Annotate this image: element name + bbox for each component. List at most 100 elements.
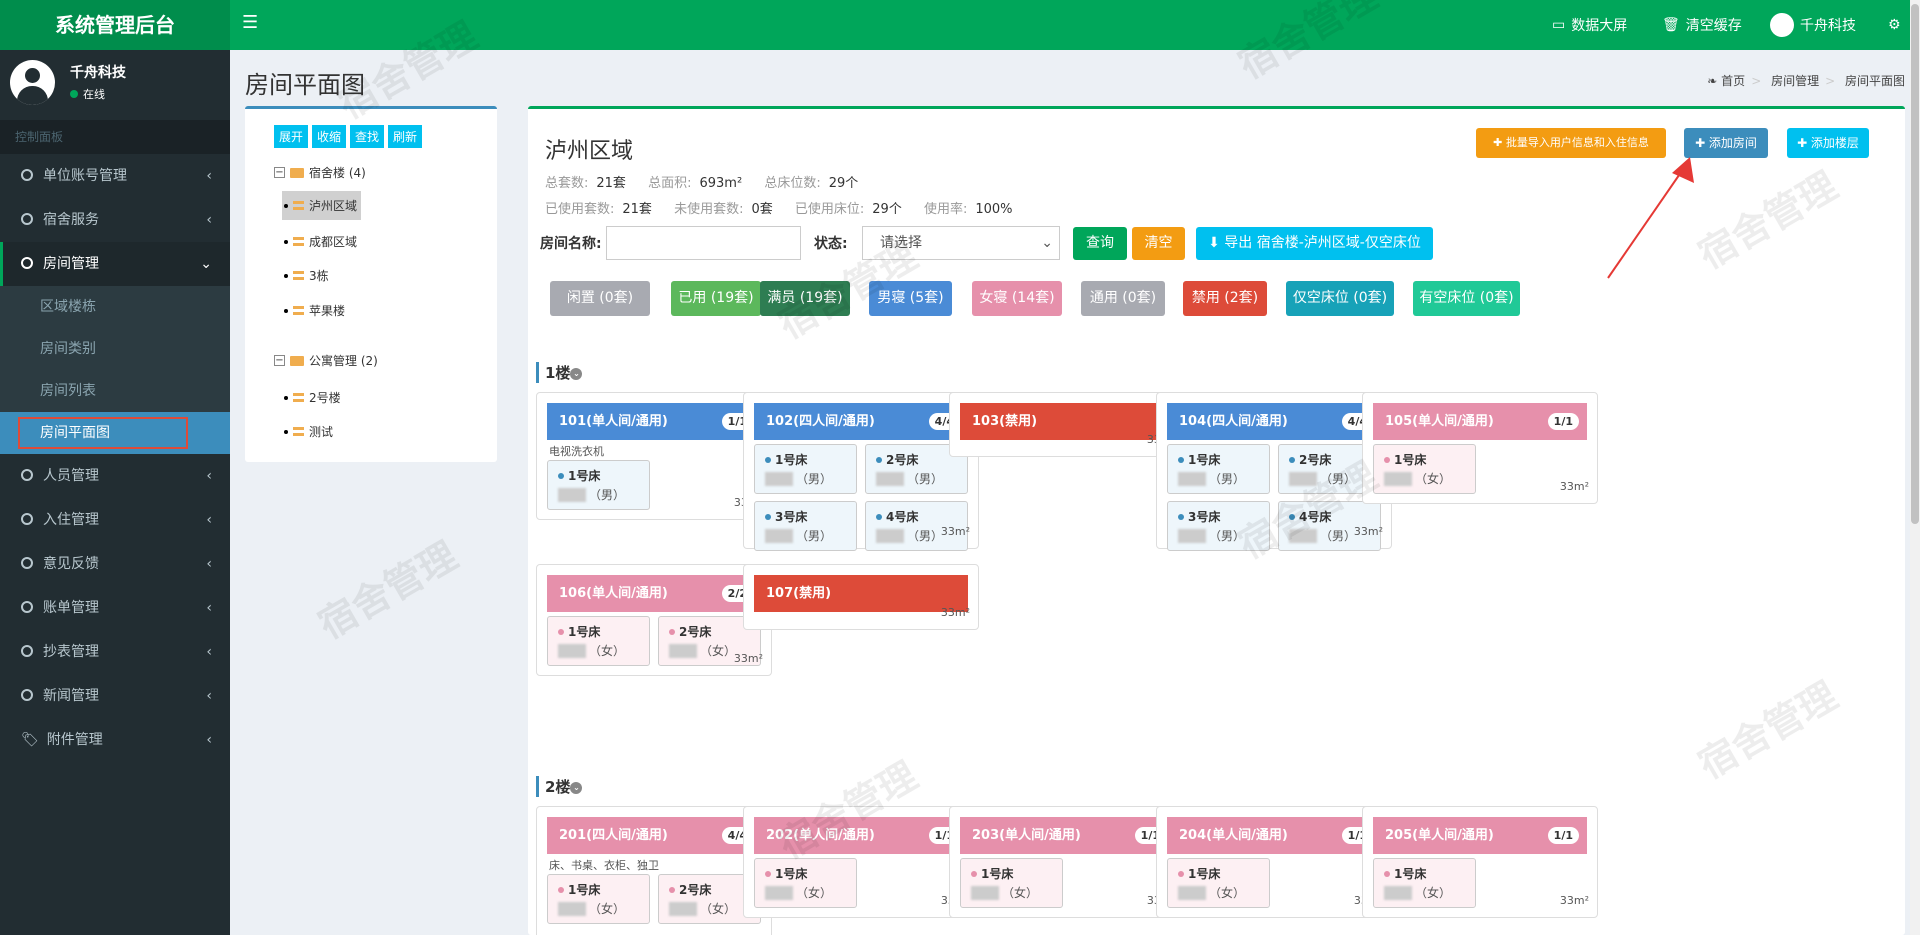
room-card[interactable]: 203(单人间/通用)1/11号床（女）33m²: [949, 806, 1185, 918]
bed-slot[interactable]: 1号床 （女）: [547, 874, 650, 924]
big-screen-label: 数据大屏: [1571, 18, 1628, 34]
bed-name-label: 2号床: [679, 625, 712, 639]
sidebar-item-feedback[interactable]: 意见反馈 ‹: [0, 542, 230, 586]
sidebar-item-attachments[interactable]: 🏷 附件管理 ‹: [0, 718, 230, 762]
status-tag[interactable]: 禁用 (2套): [1183, 281, 1267, 316]
settings-gear-icon[interactable]: ⚙: [1888, 0, 1901, 50]
sidebar-item-account[interactable]: 单位账号管理 ‹: [0, 154, 230, 198]
bed-slot[interactable]: 1号床 （女）: [1373, 858, 1476, 908]
clear-button[interactable]: 清空: [1132, 227, 1185, 260]
sidebar-subitem-room-floorplan[interactable]: 房间平面图: [0, 412, 230, 454]
sidebar-subitem-room-list[interactable]: 房间列表: [0, 370, 230, 412]
dot-icon: [1178, 514, 1184, 520]
room-card[interactable]: 102(四人间/通用) 4/4 1号床 （男） 2号床 （男） 3号床 （男） 4号床 （男） 33…: [743, 392, 979, 551]
refresh-button[interactable]: 刷新: [388, 125, 423, 148]
house-icon: [293, 271, 304, 280]
room-card[interactable]: 101(单人间/通用)1/1电视洗衣机1号床（男）33m²: [536, 392, 772, 520]
bed-slot[interactable]: 3号床 （男）: [754, 501, 857, 551]
sidebar-item-billing[interactable]: 账单管理 ‹: [0, 586, 230, 630]
status-tag[interactable]: 已用 (19套): [671, 281, 761, 316]
room-card[interactable]: 104(四人间/通用) 4/4 1号床 （男） 2号床 （男） 3号床 （男） 4号床 （男） 33…: [1156, 392, 1392, 551]
bed-slot[interactable]: 1号床 （女）: [1373, 444, 1476, 494]
status-tag[interactable]: 闲置 (0套): [550, 281, 650, 316]
tree-node-test[interactable]: 测试: [284, 423, 333, 440]
app-logo[interactable]: 系统管理后台: [0, 0, 230, 50]
bed-slot[interactable]: 1号床 （男）: [1167, 444, 1270, 494]
room-card[interactable]: 205(单人间/通用) 1/1 1号床 （女） 33m²: [1362, 806, 1598, 918]
tree-group-apartment[interactable]: − 公寓管理 (2): [274, 352, 378, 369]
room-card[interactable]: 204(单人间/通用)1/11号床（女）33m²: [1156, 806, 1392, 918]
room-card[interactable]: 106(单人间/通用) 2/2 1号床 （女） 2号床 （女） 33m²: [536, 564, 772, 676]
query-button[interactable]: 查询: [1073, 227, 1127, 260]
sidebar-item-room-management[interactable]: 房间管理 ⌄: [0, 242, 230, 286]
sidebar-item-meter[interactable]: 抄表管理 ‹: [0, 630, 230, 674]
export-button[interactable]: ⬇ 导出 宿舍楼-泸州区域-仅空床位: [1196, 227, 1433, 260]
user-menu[interactable]: 千舟科技: [1770, 0, 1856, 50]
tree-node-building3[interactable]: 3栋: [284, 267, 329, 284]
room-header[interactable]: 101(单人间/通用) 1/1: [547, 403, 761, 440]
collapse-button[interactable]: 收缩: [312, 125, 347, 148]
add-floor-button[interactable]: ✚ 添加楼层: [1787, 128, 1869, 158]
bed-slot[interactable]: 1号床 （男）: [547, 460, 650, 510]
room-header[interactable]: 106(单人间/通用) 2/2: [547, 575, 761, 612]
room-card[interactable]: 103(禁用)33m²: [949, 392, 1185, 457]
sidebar-subitem-area-building[interactable]: 区域楼栋: [0, 286, 230, 328]
big-screen-link[interactable]: ▭ 数据大屏: [1552, 0, 1627, 50]
sidebar-subitem-room-type[interactable]: 房间类别: [0, 328, 230, 370]
status-tag[interactable]: 女寝 (14套): [972, 281, 1062, 316]
floor-header-2[interactable]: 2楼 ⌄: [536, 776, 583, 797]
status-select[interactable]: 请选择 ⌄: [862, 226, 1060, 260]
menu-toggle-icon[interactable]: ☰: [242, 12, 258, 33]
expand-button[interactable]: 展开: [274, 125, 309, 148]
bed-slot[interactable]: 1号床 （女）: [1167, 858, 1270, 908]
bed-slot[interactable]: 3号床 （男）: [1167, 501, 1270, 551]
status-tag[interactable]: 有空床位 (0套): [1413, 281, 1520, 316]
chevron-down-icon[interactable]: ⌄: [570, 367, 583, 380]
sidebar-item-dorm-service[interactable]: 宿舍服务 ‹: [0, 198, 230, 242]
collapse-toggle-icon[interactable]: −: [274, 167, 285, 178]
tree-node-building2[interactable]: 2号楼: [284, 389, 341, 406]
breadcrumb-room-management[interactable]: 房间管理: [1771, 74, 1819, 88]
stats-row-2: 已使用套数: 21套 未使用套数: 0套 已使用床位: 29个 使用率: 100%: [545, 198, 1031, 217]
status-tag[interactable]: 男寝 (5套): [869, 281, 952, 316]
chevron-down-icon[interactable]: ⌄: [570, 781, 583, 794]
clear-cache-link[interactable]: 🗑 清空缓存: [1662, 0, 1742, 50]
room-header[interactable]: 103(禁用): [960, 403, 1174, 440]
room-card[interactable]: 201(四人间/通用) 4/4 床、书桌、衣柜、独卫 1号床 （女） 2号床 （女）: [536, 806, 772, 935]
status-tag[interactable]: 满员 (19套): [760, 281, 850, 316]
bed-slot[interactable]: 1号床 （女）: [547, 616, 650, 666]
status-tag[interactable]: 仅空床位 (0套): [1286, 281, 1394, 316]
find-button[interactable]: 查找: [350, 125, 385, 148]
room-name-input[interactable]: [606, 226, 801, 260]
breadcrumb-home[interactable]: 首页: [1721, 74, 1745, 88]
room-card[interactable]: 105(单人间/通用) 1/1 1号床 （女） 33m²: [1362, 392, 1598, 504]
folder-icon: [290, 355, 304, 366]
room-header[interactable]: 102(四人间/通用) 4/4: [754, 403, 968, 440]
room-header[interactable]: 105(单人间/通用) 1/1: [1373, 403, 1587, 440]
scrollbar-thumb[interactable]: [1911, 4, 1919, 524]
room-header[interactable]: 205(单人间/通用) 1/1: [1373, 817, 1587, 854]
room-card[interactable]: 202(单人间/通用)1/11号床（女）33m²: [743, 806, 979, 918]
bed-slot[interactable]: 1号床 （男）: [754, 444, 857, 494]
annotation-arrow: [1607, 157, 1694, 279]
collapse-toggle-icon[interactable]: −: [274, 355, 285, 366]
tree-node-luzhou[interactable]: 泸州区域: [282, 191, 362, 220]
room-card[interactable]: 107(禁用) 33m²: [743, 564, 979, 630]
bed-slot[interactable]: 1号床 （女）: [754, 858, 857, 908]
room-header[interactable]: 204(单人间/通用) 1/1: [1167, 817, 1381, 854]
floor-header-1[interactable]: 1楼 ⌄: [536, 362, 583, 383]
room-header[interactable]: 107(禁用): [754, 575, 968, 612]
sidebar-item-news[interactable]: 新闻管理 ‹: [0, 674, 230, 718]
tree-node-apple[interactable]: 苹果楼: [284, 302, 345, 319]
room-header[interactable]: 202(单人间/通用) 1/1: [754, 817, 968, 854]
tree-node-chengdu[interactable]: 成都区域: [284, 233, 357, 250]
sidebar-item-checkin[interactable]: 入住管理 ‹: [0, 498, 230, 542]
room-header[interactable]: 201(四人间/通用) 4/4: [547, 817, 761, 854]
sidebar-item-personnel[interactable]: 人员管理 ‹: [0, 454, 230, 498]
room-header[interactable]: 104(四人间/通用) 4/4: [1167, 403, 1381, 440]
status-tag[interactable]: 通用 (0套): [1081, 281, 1165, 316]
room-header[interactable]: 203(单人间/通用) 1/1: [960, 817, 1174, 854]
bed-slot[interactable]: 1号床 （女）: [960, 858, 1063, 908]
tree-group-dorm[interactable]: − 宿舍楼 (4): [274, 164, 366, 181]
page-scrollbar[interactable]: [1910, 0, 1920, 935]
